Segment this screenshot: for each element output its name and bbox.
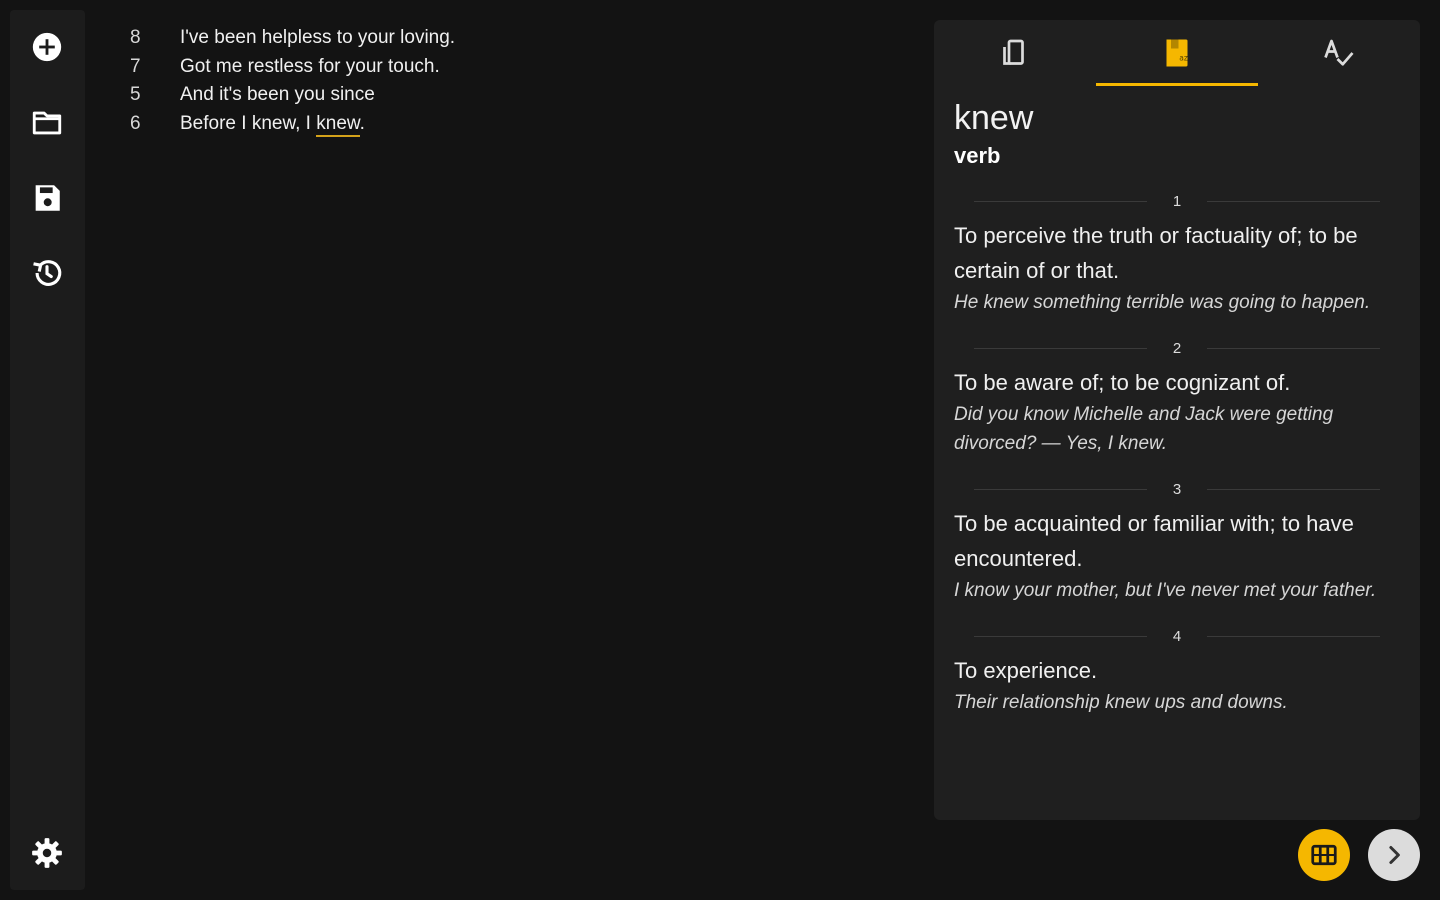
open-folder-button[interactable] [22, 98, 72, 148]
definition-example: Their relationship knew ups and downs. [954, 692, 1288, 713]
syllable-count: 7 [130, 55, 141, 77]
dictionary-content: knew verb 1 To perceive the truth or fac… [934, 98, 1420, 717]
dictionary-panel: az knew verb 1 To perceive the truth or … [934, 20, 1420, 820]
save-icon [35, 185, 60, 211]
definition-number: 3 [1172, 480, 1182, 498]
definition-divider: 3 [954, 474, 1400, 504]
chevron-right-icon [1389, 846, 1400, 864]
lyrics-editor[interactable]: 8 I've been helpless to your loving. 7 G… [110, 24, 910, 138]
tab-rhymes[interactable] [934, 20, 1096, 86]
syllable-count: 8 [130, 27, 141, 49]
svg-text:az: az [1179, 54, 1188, 63]
definition-item: 4 To experience. Their relationship knew… [954, 621, 1400, 717]
folder-icon [32, 111, 62, 135]
lyric-text-after: . [359, 112, 365, 134]
definition-item: 3 To be acquainted or familiar with; to … [954, 474, 1400, 605]
sidebar-rail [10, 10, 85, 890]
lyric-text[interactable]: I've been helpless to your loving. [180, 27, 455, 49]
definition-item: 2 To be aware of; to be cognizant of. Di… [954, 333, 1400, 458]
lyric-line[interactable]: 5 And it's been you since [110, 81, 910, 110]
selected-word[interactable]: knew [316, 112, 360, 137]
definition-text: To be acquainted or familiar with; to ha… [954, 511, 1354, 571]
part-of-speech: verb [954, 143, 1001, 168]
phone-rotate-icon [1003, 39, 1024, 65]
definition-text: To experience. [954, 658, 1098, 683]
definition-example: He knew something terrible was going to … [954, 292, 1371, 313]
dictionary-icon: az [1166, 39, 1188, 67]
tab-spellcheck[interactable] [1258, 20, 1420, 86]
add-circle-icon [32, 32, 62, 62]
new-button[interactable] [22, 22, 72, 72]
lyric-line[interactable]: 7 Got me restless for your touch. [110, 53, 910, 82]
columns-icon [1311, 844, 1337, 866]
settings-button[interactable] [22, 828, 72, 878]
definition-number: 4 [1172, 627, 1182, 645]
lyric-text-before: Before I knew, I [180, 112, 317, 134]
gear-icon [32, 838, 62, 868]
definition-item: 1 To perceive the truth or factuality of… [954, 186, 1400, 317]
app-root: 8 I've been helpless to your loving. 7 G… [0, 0, 1440, 900]
definition-example: I know your mother, but I've never met y… [954, 580, 1377, 601]
syllable-count: 6 [130, 112, 141, 134]
lyric-text[interactable]: Before I knew, I knew. [180, 112, 365, 137]
split-view-button[interactable] [1298, 829, 1350, 881]
syllable-count: 5 [130, 84, 141, 106]
spellcheck-icon [1324, 39, 1354, 66]
history-button[interactable] [22, 248, 72, 298]
lyric-text[interactable]: Got me restless for your touch. [180, 56, 440, 78]
next-button[interactable] [1368, 829, 1420, 881]
tab-dictionary[interactable]: az [1096, 20, 1258, 86]
definition-number: 1 [1172, 192, 1182, 210]
save-button[interactable] [22, 173, 72, 223]
definition-text: To be aware of; to be cognizant of. [954, 370, 1291, 395]
definition-text: To perceive the truth or factuality of; … [954, 223, 1358, 283]
dictionary-word: knew [954, 99, 1034, 137]
history-icon [33, 260, 62, 286]
definition-example: Did you know Michelle and Jack were gett… [954, 404, 1334, 454]
definition-divider: 4 [954, 621, 1400, 651]
definition-divider: 2 [954, 333, 1400, 363]
definition-number: 2 [1172, 339, 1182, 357]
lyric-line[interactable]: 6 Before I knew, I knew. [110, 110, 910, 139]
panel-tabs: az [934, 20, 1420, 86]
lyric-line[interactable]: 8 I've been helpless to your loving. [110, 24, 910, 53]
definition-divider: 1 [954, 186, 1400, 216]
lyric-text[interactable]: And it's been you since [180, 84, 375, 106]
